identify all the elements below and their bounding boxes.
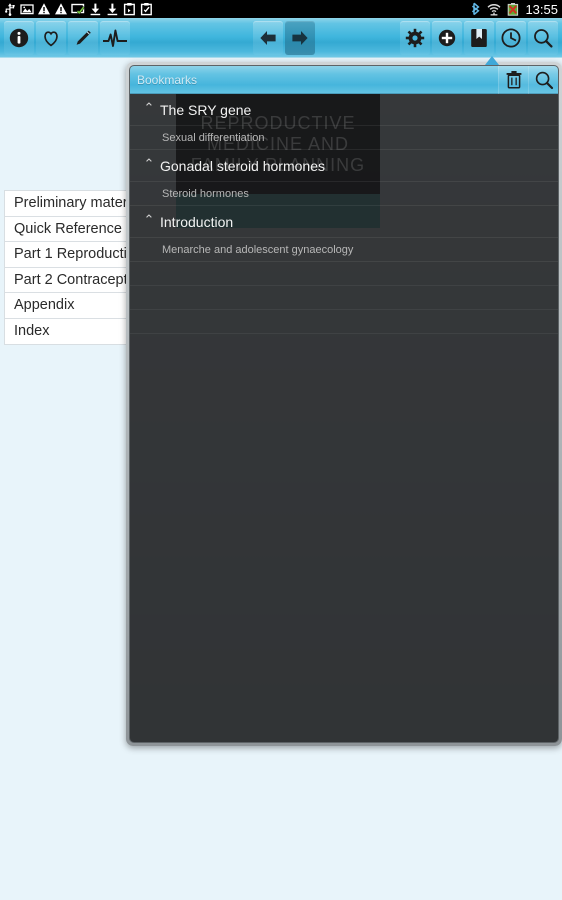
- download-icon: [104, 1, 120, 17]
- bookmark-item-label: Steroid hormones: [162, 187, 249, 200]
- search-bookmarks-button[interactable]: [528, 66, 558, 94]
- bookmark-item-row[interactable]: Sexual differentiation: [130, 126, 558, 150]
- bookmark-group-label: The SRY gene: [160, 101, 252, 118]
- add-button[interactable]: [432, 20, 462, 55]
- bookmarks-dialog: Bookmarks REPRODUCTIVE MEDICINE AND FAMI…: [129, 65, 559, 743]
- bookmark-group-row[interactable]: ⌃ Introduction: [130, 206, 558, 238]
- back-button[interactable]: [253, 20, 283, 55]
- toc-item-label: Preliminary material: [14, 195, 143, 212]
- bookmarks-empty-row: [130, 310, 558, 334]
- bookmarks-list: ⌃ The SRY gene Sexual differentiation ⌃ …: [130, 94, 558, 334]
- bookmarks-dialog-frame: Bookmarks REPRODUCTIVE MEDICINE AND FAMI…: [126, 62, 562, 746]
- toolbar-left-group: [0, 20, 131, 55]
- pulse-button[interactable]: [100, 20, 130, 55]
- status-bar-right-icons: 13:55: [467, 1, 562, 17]
- bookmark-item-row[interactable]: Menarche and adolescent gynaecology: [130, 238, 558, 262]
- annotate-button[interactable]: [68, 20, 98, 55]
- bluetooth-icon: [467, 1, 483, 17]
- delete-bookmarks-button[interactable]: [498, 66, 528, 94]
- forward-button[interactable]: [285, 20, 315, 55]
- popup-anchor-caret-icon: [484, 52, 500, 65]
- wifi-icon: [486, 1, 502, 17]
- status-bar-clock: 13:55: [525, 1, 558, 17]
- bookmarks-dialog-actions: [498, 66, 558, 94]
- bookmarks-dialog-title: Bookmarks: [137, 72, 198, 87]
- history-button[interactable]: [496, 20, 526, 55]
- photo-icon: [19, 1, 35, 17]
- bookmark-item-label: Menarche and adolescent gynaecology: [162, 243, 354, 256]
- bookmarks-empty-row: [130, 262, 558, 286]
- bookmark-group-label: Introduction: [160, 213, 234, 230]
- battery-error-icon: [505, 1, 521, 17]
- toolbar-right-group: [399, 20, 559, 55]
- favorite-button[interactable]: [36, 20, 66, 55]
- toc-item-label: Index: [14, 323, 50, 340]
- bookmark-item-row[interactable]: Steroid hormones: [130, 182, 558, 206]
- chevron-up-icon[interactable]: ⌃: [138, 213, 160, 228]
- settings-button[interactable]: [400, 20, 430, 55]
- chevron-up-icon[interactable]: ⌃: [138, 157, 160, 172]
- status-bar: 13:55: [0, 0, 562, 18]
- bookmark-group-row[interactable]: ⌃ Gonadal steroid hormones: [130, 150, 558, 182]
- bookmark-group-label: Gonadal steroid hormones: [160, 157, 325, 174]
- bookmarks-empty-row: [130, 286, 558, 310]
- bookmark-item-label: Sexual differentiation: [162, 131, 265, 144]
- toc-item-label: Appendix: [14, 297, 75, 314]
- app-toolbar: [0, 18, 562, 58]
- bookmark-group-row[interactable]: ⌃ The SRY gene: [130, 94, 558, 126]
- usb-icon: [2, 1, 18, 17]
- screen-check-icon: [70, 1, 86, 17]
- download-icon: [87, 1, 103, 17]
- info-button[interactable]: [4, 20, 34, 55]
- bookmarks-dialog-header: Bookmarks: [130, 66, 558, 94]
- warning-triangle-icon: [36, 1, 52, 17]
- toolbar-nav-group: [252, 20, 316, 55]
- search-button[interactable]: [528, 20, 558, 55]
- warning-triangle-icon: [53, 1, 69, 17]
- bookmarks-button[interactable]: [464, 20, 494, 55]
- status-bar-left-icons: [0, 1, 154, 17]
- app-root: 13:55 Preliminary material Quick Referen…: [0, 0, 562, 900]
- clipboard-icon: [121, 1, 137, 17]
- chevron-up-icon[interactable]: ⌃: [138, 101, 160, 116]
- clipboard-check-icon: [138, 1, 154, 17]
